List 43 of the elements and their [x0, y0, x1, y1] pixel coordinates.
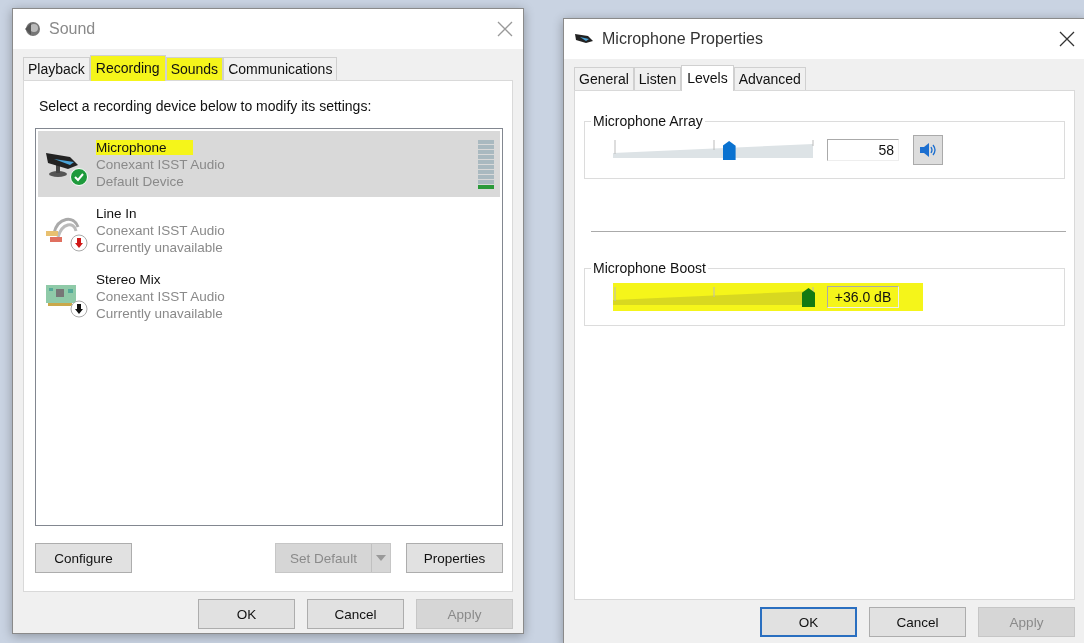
device-status: Default Device [96, 173, 185, 189]
device-driver: Conexant ISST Audio [96, 222, 226, 238]
device-name: Stereo Mix [96, 271, 161, 287]
cancel-button[interactable]: Cancel [307, 599, 404, 629]
configure-button[interactable]: Configure [35, 543, 132, 573]
level-field[interactable]: 58 [827, 139, 899, 161]
speaker-icon [918, 141, 938, 159]
ok-button[interactable]: OK [760, 607, 857, 637]
group-title: Microphone Array [591, 113, 705, 129]
window-title: Sound [49, 20, 97, 38]
device-status: Currently unavailable [96, 239, 224, 255]
instruction-text: Select a recording device below to modify its settings: [39, 98, 373, 114]
slider[interactable] [613, 287, 815, 307]
device-name: Line In [96, 205, 137, 221]
slider-thumb[interactable] [722, 141, 736, 160]
device-item[interactable]: Microphone Conexant ISST Audio Default Device [38, 131, 500, 197]
group-title: Microphone Boost [591, 260, 708, 276]
tab[interactable]: Recording [89, 55, 166, 81]
device-driver: Conexant ISST Audio [96, 288, 226, 304]
tab[interactable]: Advanced [733, 67, 806, 90]
window-title: Microphone Properties [602, 30, 764, 48]
close-icon[interactable] [1059, 31, 1075, 47]
speaker-button[interactable] [913, 135, 943, 165]
speaker-icon [23, 20, 41, 38]
caret-icon [376, 555, 386, 561]
tab[interactable]: Playback [23, 57, 90, 80]
level-field[interactable]: +36.0 dB [827, 286, 899, 308]
device-item[interactable]: Line In Conexant ISST Audio Currently unavailable [38, 197, 500, 263]
device-status: Currently unavailable [96, 305, 224, 321]
device-driver: Conexant ISST Audio [96, 156, 226, 172]
tab[interactable]: Sounds [165, 57, 224, 80]
device-name: Microphone [96, 139, 193, 155]
device-item[interactable]: Stereo Mix Conexant ISST Audio Currently unavailable [38, 263, 500, 329]
cancel-button[interactable]: Cancel [869, 607, 966, 637]
tab[interactable]: Levels [681, 65, 734, 91]
tab[interactable]: General [574, 67, 634, 90]
tab[interactable]: Listen [633, 67, 682, 90]
ok-button[interactable]: OK [198, 599, 295, 629]
microphone-icon [574, 32, 594, 46]
tab[interactable]: Communications [223, 57, 338, 80]
properties-button[interactable]: Properties [406, 543, 503, 573]
slider[interactable] [613, 140, 815, 160]
slider-thumb[interactable] [802, 288, 815, 307]
